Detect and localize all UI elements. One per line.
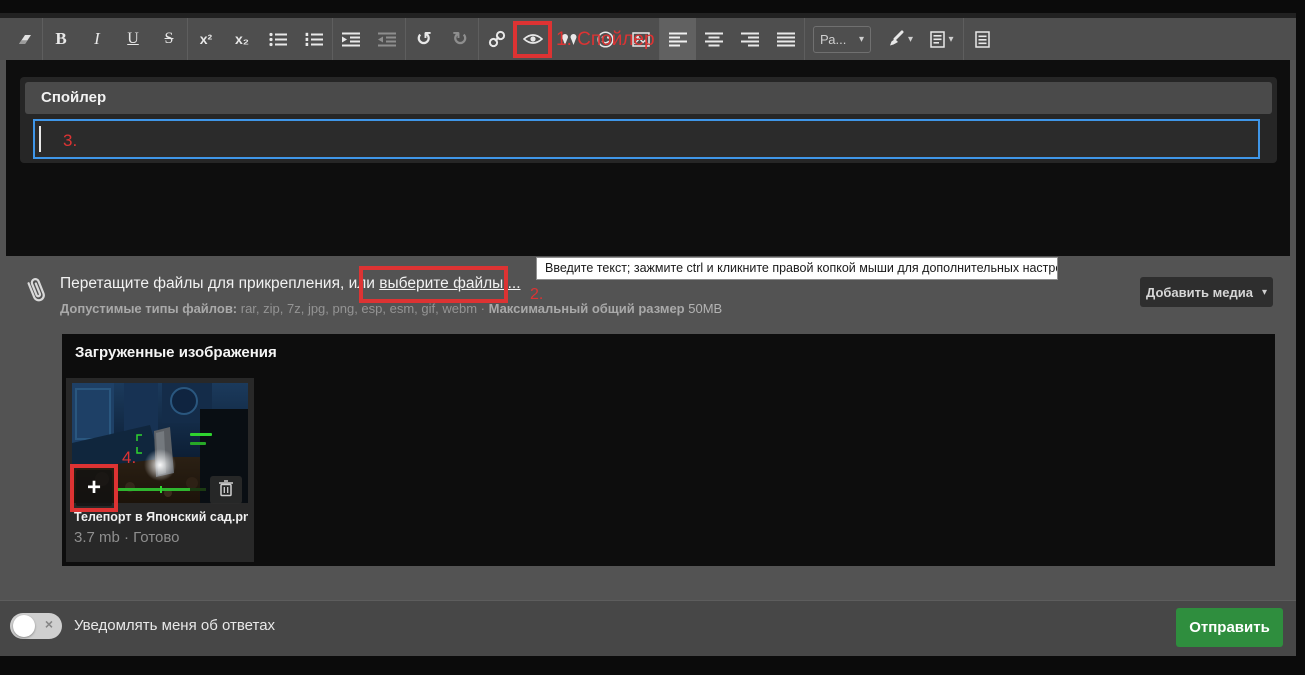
attach-hint-line: Перетащите файлы для прикрепления, или в… (60, 275, 521, 293)
group-history: ↺ ↻ (406, 18, 479, 60)
group-text-style: B I U S (43, 18, 188, 60)
uploaded-images-panel: Загруженные изображения (62, 334, 1275, 566)
add-media-label: Добавить медиа (1146, 285, 1253, 300)
submit-button[interactable]: Отправить (1176, 608, 1283, 647)
undo-button[interactable]: ↺ (406, 18, 442, 60)
indent-button[interactable] (333, 18, 369, 60)
message-editor-area[interactable]: Спойлер (6, 60, 1290, 256)
strikethrough-button[interactable]: S (151, 18, 187, 60)
plus-icon: + (87, 476, 101, 500)
chevron-down-icon: ▾ (908, 34, 913, 45)
text-color-button[interactable]: ▾ (879, 18, 921, 60)
attach-hint-text: Перетащите файлы для прикрепления, или (60, 275, 379, 292)
image-icon (632, 32, 650, 47)
align-justify-icon (777, 32, 795, 47)
subscript-button[interactable]: x₂ (224, 18, 260, 60)
source-view-button[interactable] (964, 18, 1000, 60)
toggle-off-icon: × (45, 616, 53, 632)
indent-icon (342, 32, 360, 47)
bold-button[interactable]: B (43, 18, 79, 60)
align-left-button[interactable] (660, 18, 696, 60)
bullet-list-icon (269, 32, 287, 47)
templates-button[interactable]: ▾ (921, 18, 963, 60)
numbered-list-button[interactable] (296, 18, 332, 60)
superscript-button[interactable]: x² (188, 18, 224, 60)
align-center-icon (705, 32, 723, 47)
document-icon (975, 31, 990, 48)
attachment-filename: Телепорт в Японский сад.png (74, 510, 248, 524)
browser-tooltip: Введите текст; зажмите ctrl и кликните п… (536, 257, 1058, 280)
quote-button[interactable] (551, 18, 587, 60)
eraser-icon (15, 31, 33, 47)
spoiler-content-input[interactable] (33, 119, 1260, 159)
allowed-types-label: Допустимые типы файлов: (60, 301, 237, 316)
remove-format-button[interactable] (6, 18, 42, 60)
bullet-list-button[interactable] (260, 18, 296, 60)
composer-panel: B I U S x² x₂ (0, 13, 1296, 656)
numbered-list-icon (305, 32, 323, 47)
delete-attachment-button[interactable] (210, 476, 242, 504)
toggle-knob (13, 615, 35, 637)
group-source (964, 18, 1000, 60)
max-size-value: 50MB (685, 301, 723, 316)
allowed-types-values: rar, zip, 7z, jpg, png, esp, esm, gif, w… (237, 301, 488, 316)
paragraph-format-dropdown[interactable]: Ра... ▾ (813, 26, 871, 53)
text-cursor (39, 126, 41, 152)
insert-link-button[interactable] (479, 18, 515, 60)
group-insert (479, 18, 660, 60)
choose-files-link[interactable]: выберите файлы ... (379, 275, 520, 292)
italic-button[interactable]: I (79, 18, 115, 60)
attachment-card: + Телепорт в Японский сад.png 3.7 mb · Г… (66, 378, 254, 562)
align-center-button[interactable] (696, 18, 732, 60)
uploaded-images-header: Загруженные изображения (75, 344, 277, 361)
forum-post-editor: B I U S x² x₂ (0, 0, 1305, 675)
eye-icon (523, 32, 543, 46)
attachments-section: Перетащите файлы для прикрепления, или в… (0, 256, 1296, 600)
quote-icon (561, 32, 578, 46)
outdent-icon (378, 32, 396, 47)
group-indent (333, 18, 406, 60)
attachment-size-status: 3.7 mb · Готово (74, 529, 180, 546)
trash-icon (218, 479, 234, 502)
insert-image-button[interactable] (623, 18, 659, 60)
brush-icon (887, 30, 905, 48)
chevron-down-icon: ▾ (859, 34, 864, 45)
align-left-icon (669, 32, 687, 47)
align-justify-button[interactable] (768, 18, 804, 60)
max-size-label: Максимальный общий размер (489, 301, 685, 316)
editor-toolbar: B I U S x² x₂ (0, 18, 1296, 60)
align-right-icon (741, 32, 759, 47)
outdent-button[interactable] (369, 18, 405, 60)
paragraph-format-value: Ра... (820, 32, 846, 47)
underline-button[interactable]: U (115, 18, 151, 60)
spoiler-eye-button[interactable] (515, 18, 551, 60)
spoiler-block: Спойлер (20, 77, 1277, 163)
group-script-lists: x² x₂ (188, 18, 333, 60)
smiley-icon (597, 31, 614, 48)
add-media-button[interactable]: Добавить медиа ▾ (1140, 277, 1273, 307)
group-format-remove (6, 18, 43, 60)
undo-icon: ↺ (416, 30, 432, 49)
attach-rules-line: Допустимые типы файлов: rar, zip, 7z, jp… (60, 301, 722, 316)
redo-icon: ↻ (452, 30, 468, 49)
group-align (660, 18, 805, 60)
group-style: Ра... ▾ ▾ ▾ (805, 18, 964, 60)
notify-replies-toggle[interactable]: × (10, 613, 62, 639)
link-icon (488, 30, 506, 48)
notify-replies-label: Уведомлять меня об ответах (74, 617, 275, 634)
redo-button[interactable]: ↻ (442, 18, 478, 60)
chevron-down-icon: ▾ (1262, 287, 1267, 298)
align-right-button[interactable] (732, 18, 768, 60)
insert-attachment-button[interactable]: + (76, 470, 112, 506)
chevron-down-icon: ▾ (948, 34, 953, 45)
smilies-button[interactable] (587, 18, 623, 60)
document-lines-icon (930, 31, 945, 48)
paperclip-icon (23, 275, 49, 312)
spoiler-title-bar[interactable]: Спойлер (25, 82, 1272, 114)
composer-footer: × Уведомлять меня об ответах Отправить (0, 600, 1296, 656)
